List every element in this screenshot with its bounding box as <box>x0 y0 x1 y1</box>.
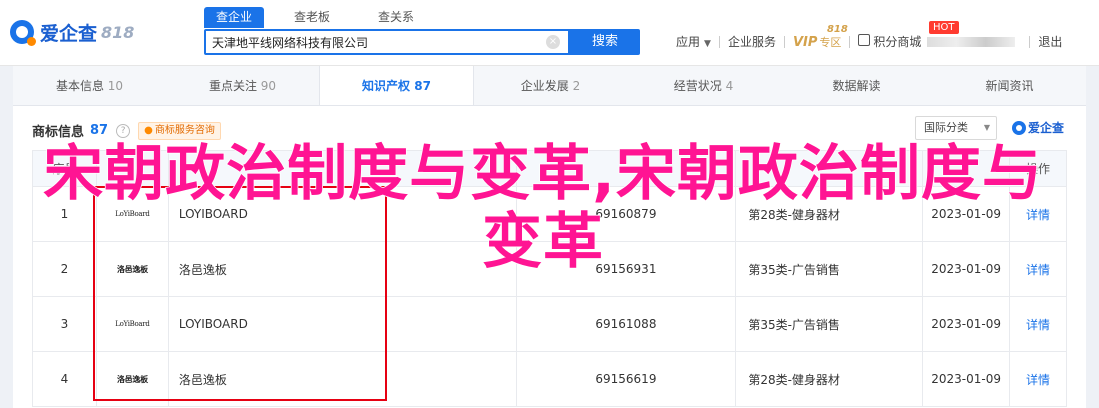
tab-data-insight[interactable]: 数据解读 <box>780 66 933 105</box>
logo-818: 818 <box>101 22 135 42</box>
search-box: × <box>204 29 570 55</box>
company-nav-tabs: 基本信息 10 重点关注 90 知识产权 87 企业发展 2 经营状况 4 数据… <box>13 66 1086 106</box>
hot-badge: HOT <box>929 21 959 34</box>
chevron-down-icon: ▼ <box>704 39 711 49</box>
search-input[interactable] <box>206 31 536 53</box>
points-mall-label: 积分商城 <box>873 35 922 49</box>
registration-number: 69156619 <box>517 352 737 406</box>
tab-count: 90 <box>260 79 277 93</box>
detail-link[interactable]: 详情 <box>1026 371 1050 388</box>
intl-class: 第35类-广告销售 <box>736 297 924 351</box>
nav-vip-zone[interactable]: VIP 专区 818 <box>792 24 848 50</box>
help-icon[interactable]: ? <box>116 123 131 138</box>
chevron-down-icon: ▼ <box>983 123 990 132</box>
search-type-tabs: 查企业 查老板 查关系 <box>204 7 426 28</box>
tab-development[interactable]: 企业发展 2 <box>474 66 627 105</box>
section-title-label: 商标信息 <box>32 125 85 140</box>
divider <box>718 35 720 48</box>
top-header: 爱企查 818 查企业 查老板 查关系 × 搜索 应用▼ 企业服务 VIP专区 … <box>0 0 1099 66</box>
search-button[interactable]: 搜索 <box>570 29 640 55</box>
filter-label: 国际分类 <box>924 121 968 134</box>
points-icon <box>858 34 871 46</box>
nav-app[interactable]: 应用 ▼ <box>676 33 711 50</box>
overlay-title: 宋朝政治制度与变革,宋朝政治制度与变革 <box>42 139 1043 277</box>
divider <box>783 35 785 48</box>
brand-logo-icon <box>1012 120 1026 135</box>
tab-label: 数据解读 <box>832 79 881 93</box>
logo-icon <box>10 20 36 46</box>
tab-operation[interactable]: 经营状况 4 <box>627 66 780 105</box>
site-logo[interactable]: 爱企查 818 <box>10 18 134 46</box>
vip-label: VIP <box>792 34 818 50</box>
tab-count: 4 <box>725 79 734 93</box>
search-tab-company[interactable]: 查企业 <box>204 7 265 28</box>
row-index: 4 <box>33 352 97 406</box>
divider <box>1029 35 1031 48</box>
detail-link[interactable]: 详情 <box>1026 316 1050 333</box>
tab-label: 重点关注 <box>208 79 257 93</box>
tab-label: 新闻资讯 <box>985 79 1034 93</box>
tab-count: 87 <box>414 79 431 93</box>
tab-key-focus[interactable]: 重点关注 90 <box>166 66 319 105</box>
tab-label: 经营状况 <box>673 79 722 93</box>
brand-mark-label: 爱企查 <box>1028 121 1065 135</box>
section-count: 87 <box>90 123 109 138</box>
search-tab-relation[interactable]: 查关系 <box>366 7 426 28</box>
clear-icon[interactable]: × <box>546 35 560 49</box>
logo-text: 爱企查 <box>40 22 98 45</box>
tab-ip[interactable]: 知识产权 87 <box>319 66 474 105</box>
row-index: 3 <box>33 297 97 351</box>
trademark-consult-label: 商标服务咨询 <box>154 124 215 136</box>
tab-news[interactable]: 新闻资讯 <box>933 66 1086 105</box>
tab-count: 2 <box>572 79 581 93</box>
nav-points-mall[interactable]: 积分商城 <box>858 33 921 50</box>
registration-number: 69161088 <box>517 297 737 351</box>
search-tab-boss[interactable]: 查老板 <box>282 7 342 28</box>
apply-date: 2023-01-09 <box>923 352 1011 406</box>
nav-enterprise-service[interactable]: 企业服务 <box>728 33 776 50</box>
tab-label: 知识产权 <box>362 79 411 93</box>
nav-app-label: 应用 <box>676 35 701 49</box>
nav-logout[interactable]: 退出 <box>1038 33 1062 50</box>
trademark-consult-tag[interactable]: ● 商标服务咨询 <box>138 121 221 140</box>
divider <box>849 35 851 48</box>
vip-sub-label: 专区 <box>819 35 842 49</box>
intl-class-filter[interactable]: 国际分类 ▼ <box>915 116 997 140</box>
tab-count: 10 <box>107 79 124 93</box>
user-name-blurred[interactable] <box>927 36 1016 47</box>
apply-date: 2023-01-09 <box>923 297 1011 351</box>
tab-label: 基本信息 <box>55 79 104 93</box>
top-nav: 应用 ▼ 企业服务 VIP 专区 818 积分商城 退出 <box>676 24 1062 50</box>
brand-mark: 爱企查 <box>1012 119 1064 136</box>
tab-label: 企业发展 <box>520 79 569 93</box>
intl-class: 第28类-健身器材 <box>736 352 924 406</box>
tab-basic-info[interactable]: 基本信息 10 <box>13 66 166 105</box>
bell-icon: ● <box>144 124 153 136</box>
vip-818-label: 818 <box>826 23 848 35</box>
section-title: 商标信息 87 ? ● 商标服务咨询 <box>32 121 221 140</box>
